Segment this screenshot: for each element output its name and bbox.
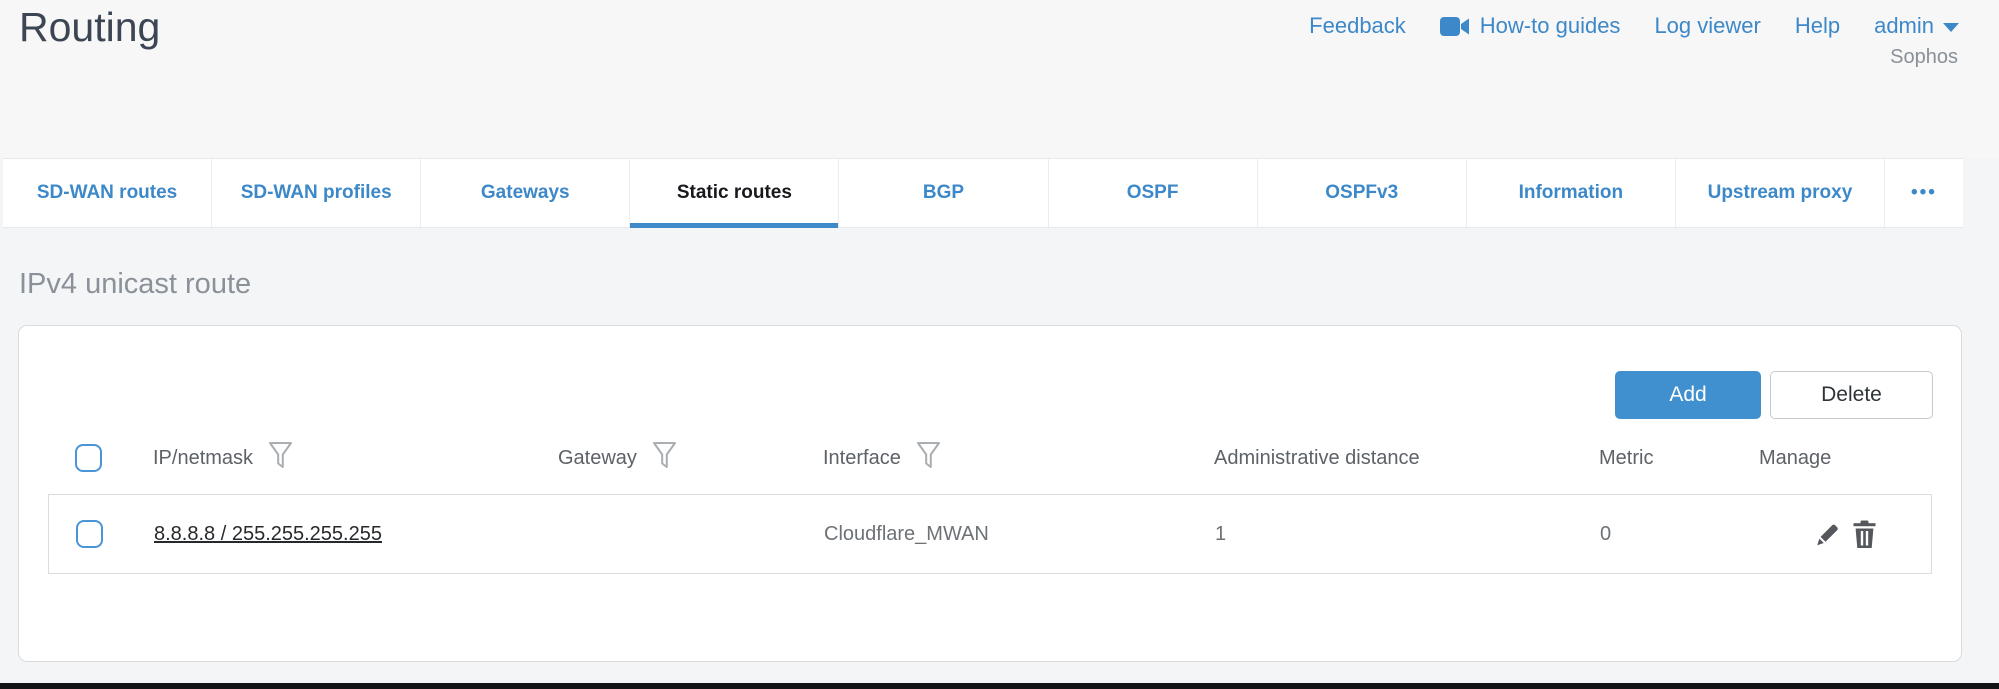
route-link[interactable]: 8.8.8.8 / 255.255.255.255	[154, 523, 382, 546]
trash-icon[interactable]	[1853, 520, 1876, 549]
tab-bgp[interactable]: BGP	[839, 159, 1048, 227]
video-camera-icon	[1440, 16, 1470, 37]
chevron-down-icon	[1943, 23, 1959, 32]
tab-upstream-proxy[interactable]: Upstream proxy	[1676, 159, 1885, 227]
help-link[interactable]: Help	[1795, 13, 1840, 39]
funnel-icon[interactable]	[916, 441, 941, 476]
routing-tabbar: SD-WAN routes SD-WAN profiles Gateways S…	[3, 158, 1963, 228]
cell-administrative-distance: 1	[1215, 495, 1226, 573]
table-row: 8.8.8.8 / 255.255.255.255 Cloudflare_MWA…	[48, 494, 1932, 574]
tab-static-routes[interactable]: Static routes	[630, 159, 839, 227]
top-nav: Feedback How-to guides Log viewer Help a…	[1309, 13, 1959, 39]
tab-ospf[interactable]: OSPF	[1049, 159, 1258, 227]
admin-menu[interactable]: admin	[1874, 13, 1959, 39]
static-routes-panel: Add Delete IP/netmask Gateway Interface …	[18, 325, 1962, 662]
tab-overflow-ellipsis-icon[interactable]: •••	[1885, 159, 1963, 227]
funnel-icon[interactable]	[652, 441, 677, 476]
pencil-icon[interactable]	[1813, 520, 1842, 549]
cell-metric: 0	[1600, 495, 1611, 573]
column-header-gateway: Gateway	[558, 442, 677, 474]
column-header-administrative-distance: Administrative distance	[1214, 442, 1420, 474]
column-header-metric: Metric	[1599, 442, 1653, 474]
cell-manage	[1813, 495, 1876, 573]
tab-sdwan-routes[interactable]: SD-WAN routes	[3, 159, 212, 227]
funnel-icon[interactable]	[268, 441, 293, 476]
tab-gateways[interactable]: Gateways	[421, 159, 630, 227]
log-viewer-link[interactable]: Log viewer	[1654, 13, 1760, 39]
tab-information[interactable]: Information	[1467, 159, 1676, 227]
row-checkbox[interactable]	[76, 520, 103, 548]
page-header: Routing Feedback How-to guides Log viewe…	[0, 0, 1999, 158]
how-to-guides-link[interactable]: How-to guides	[1440, 13, 1621, 39]
column-header-ip-netmask: IP/netmask	[153, 442, 293, 474]
cell-ip-netmask: 8.8.8.8 / 255.255.255.255	[154, 495, 382, 573]
window-bottom-edge	[0, 683, 1999, 689]
section-heading: IPv4 unicast route	[19, 268, 251, 301]
feedback-link[interactable]: Feedback	[1309, 13, 1406, 39]
select-all-checkbox[interactable]	[75, 444, 102, 472]
page-title: Routing	[19, 4, 160, 51]
delete-button[interactable]: Delete	[1770, 371, 1933, 419]
org-label: Sophos	[1890, 46, 1958, 69]
tab-ospfv3[interactable]: OSPFv3	[1258, 159, 1467, 227]
tab-sdwan-profiles[interactable]: SD-WAN profiles	[212, 159, 421, 227]
column-header-interface: Interface	[823, 442, 941, 474]
add-button[interactable]: Add	[1615, 371, 1761, 419]
column-header-manage: Manage	[1759, 442, 1831, 474]
cell-interface: Cloudflare_MWAN	[824, 495, 989, 573]
